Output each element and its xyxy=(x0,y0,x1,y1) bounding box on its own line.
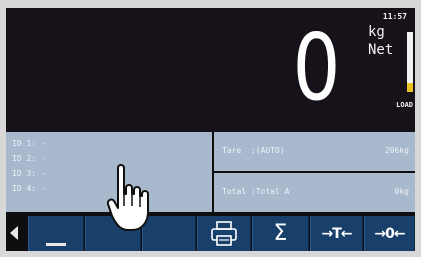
id-row-1: ID 1: - xyxy=(12,139,46,148)
tare-value: 206kg xyxy=(384,146,409,155)
tare-label: Tare :(AUTO) xyxy=(222,146,285,155)
weight-display: 11:57 0 kg Net LOAD xyxy=(6,8,415,132)
tare-panel[interactable]: Tare :(AUTO) 206kg xyxy=(214,132,415,171)
sum-icon: Σ xyxy=(273,221,288,246)
scale-terminal-screen: 11:57 0 kg Net LOAD ID 1: - ID 2: - ID 3… xyxy=(6,8,415,251)
left-arrow-icon[interactable] xyxy=(10,226,18,240)
dropdown-key[interactable] xyxy=(28,216,84,251)
weight-value: 0 xyxy=(292,14,341,121)
print-key[interactable] xyxy=(197,216,251,251)
load-bar-fill xyxy=(407,83,413,92)
load-bar xyxy=(407,32,413,92)
dropdown-icon xyxy=(46,242,66,246)
total-panel[interactable]: Total :Total A 0kg xyxy=(214,173,415,212)
clock: 11:57 xyxy=(382,12,407,21)
total-value: 0kg xyxy=(394,187,409,196)
weight-unit: kg xyxy=(368,24,385,40)
weight-mode: Net xyxy=(368,42,394,58)
hand-pointer-icon xyxy=(106,164,149,231)
total-label: Total :Total A xyxy=(222,187,290,196)
zero-key-label: →0← xyxy=(374,225,405,242)
printer-icon xyxy=(211,220,237,246)
softkey-bar: Σ →T← →0← xyxy=(6,214,415,251)
sum-key[interactable]: Σ xyxy=(252,216,309,251)
tare-key[interactable]: →T← xyxy=(310,216,363,251)
zero-key[interactable]: →0← xyxy=(364,216,415,251)
load-label: LOAD xyxy=(396,101,413,109)
tare-key-label: →T← xyxy=(321,225,352,242)
